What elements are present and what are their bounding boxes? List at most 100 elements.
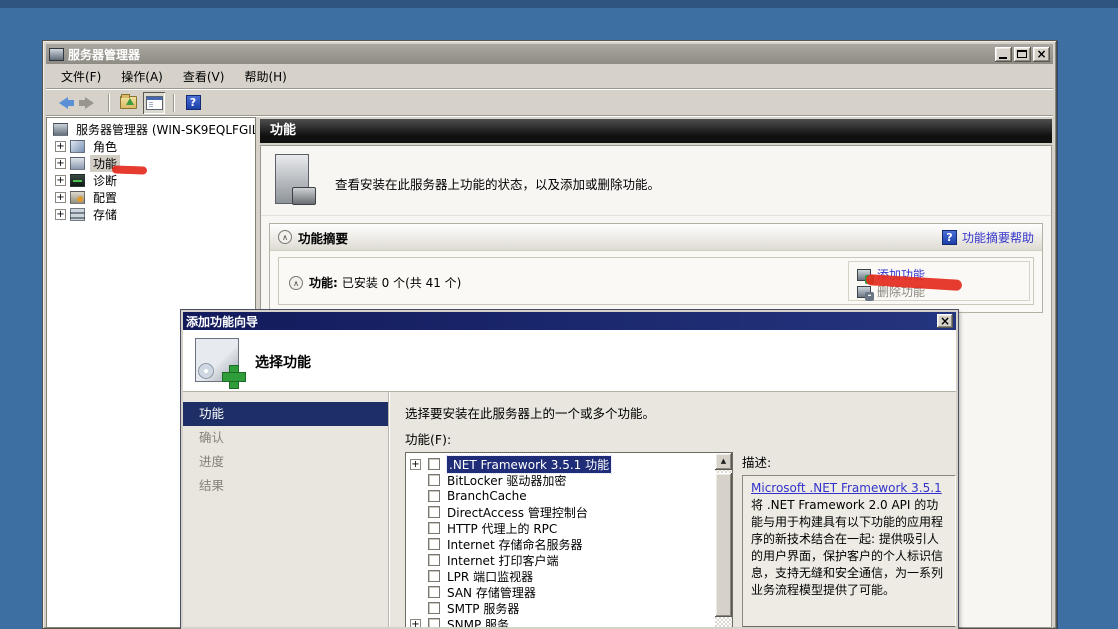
feature-checkbox[interactable]	[428, 506, 440, 518]
toolbar-separator	[173, 94, 174, 112]
feature-label: DirectAccess 管理控制台	[447, 504, 588, 521]
tree-item-diagnostics[interactable]: + 诊断	[55, 172, 255, 189]
feature-label: HTTP 代理上的 RPC	[447, 520, 557, 537]
dialog-header: 选择功能	[183, 330, 956, 392]
help-button[interactable]: ?	[182, 92, 204, 114]
server-manager-app-icon	[49, 48, 64, 61]
expand-plus-icon[interactable]: +	[410, 619, 421, 629]
wizard-step-进度: 进度	[183, 450, 388, 474]
feature-checkbox[interactable]	[428, 570, 440, 582]
titlebar[interactable]: 服务器管理器 ×	[46, 44, 1053, 64]
framework-description-text: 将 .NET Framework 2.0 API 的功能与用于构建具有以下功能的…	[751, 498, 943, 597]
feature-checkbox[interactable]	[428, 522, 440, 534]
expander-slot: +	[410, 459, 425, 470]
back-button[interactable]	[52, 92, 74, 114]
close-button[interactable]: ×	[1033, 47, 1050, 62]
expand-plus-icon[interactable]: +	[410, 459, 421, 470]
feature-row[interactable]: DirectAccess 管理控制台	[406, 504, 715, 520]
maximize-button[interactable]	[1014, 47, 1031, 62]
feature-checkbox[interactable]	[428, 602, 440, 614]
menu-item-H[interactable]: 帮助(H)	[235, 66, 295, 87]
feature-checkbox[interactable]	[428, 458, 440, 470]
scrollbar[interactable]: ▲	[715, 453, 732, 629]
feature-label: BitLocker 驱动器加密	[447, 472, 566, 489]
summary-help[interactable]: ? 功能摘要帮助	[942, 229, 1034, 246]
feature-label: SAN 存储管理器	[447, 584, 536, 601]
feature-row[interactable]: BranchCache	[406, 488, 715, 504]
collapse-chevron-icon[interactable]: ∧	[278, 230, 292, 244]
collapse-chevron-icon[interactable]: ∧	[289, 276, 303, 290]
add-features-wizard-dialog: 添加功能向导 × 选择功能 功能确认进度结果 选择要安装在此服务器上的一个或多个…	[181, 310, 958, 629]
green-plus-icon	[222, 365, 244, 387]
console-view-button[interactable]	[143, 92, 165, 114]
framework-description-link[interactable]: Microsoft .NET Framework 3.5.1	[751, 481, 947, 495]
storage-icon	[70, 208, 85, 221]
wizard-step-结果: 结果	[183, 474, 388, 498]
feature-row[interactable]: +.NET Framework 3.5.1 功能	[406, 456, 715, 472]
feature-label: Internet 打印客户端	[447, 552, 558, 569]
wizard-step-确认: 确认	[183, 426, 388, 450]
menu-bar: 文件(F)操作(A)查看(V)帮助(H)	[46, 65, 1053, 89]
feature-row[interactable]: BitLocker 驱动器加密	[406, 472, 715, 488]
features-summary-help-link[interactable]: 功能摘要帮助	[962, 229, 1034, 246]
scrollbar-thumb[interactable]	[715, 473, 732, 617]
scrollbar-up-button[interactable]: ▲	[715, 453, 732, 470]
diagnostics-icon	[70, 174, 85, 187]
tree-root-server-manager[interactable]: 服务器管理器 (WIN-SK9EQLFGIL	[51, 121, 255, 138]
minimize-icon	[999, 57, 1007, 59]
description-box: Microsoft .NET Framework 3.5.1 将 .NET Fr…	[742, 475, 956, 627]
configuration-icon	[70, 191, 85, 204]
tree-item-features[interactable]: +功能	[55, 155, 255, 172]
feature-checkbox[interactable]	[428, 538, 440, 550]
red-marker-annotation	[112, 165, 147, 174]
feature-row[interactable]: LPR 端口监视器	[406, 568, 715, 584]
tree-item-label: 诊断	[90, 172, 120, 189]
features-count-label: 功能:	[309, 274, 338, 291]
close-icon: ×	[937, 314, 953, 328]
feature-label: SMTP 服务器	[447, 600, 519, 617]
window-title: 服务器管理器	[68, 46, 140, 63]
description-column: 描述: Microsoft .NET Framework 3.5.1 将 .NE…	[742, 452, 956, 629]
dialog-titlebar[interactable]: 添加功能向导 ×	[183, 312, 956, 330]
feature-checkbox[interactable]	[428, 474, 440, 486]
expand-plus-icon[interactable]: +	[55, 158, 66, 169]
feature-checkbox[interactable]	[428, 490, 440, 502]
dialog-close-button[interactable]: ×	[937, 314, 953, 328]
summary-title: 功能摘要	[298, 228, 348, 247]
feature-row[interactable]: SAN 存储管理器	[406, 584, 715, 600]
feature-label: BranchCache	[447, 489, 527, 503]
features-toolbox-icon	[275, 154, 309, 204]
menu-item-A[interactable]: 操作(A)	[112, 66, 172, 87]
features-icon	[70, 157, 85, 170]
feature-row[interactable]: +SNMP 服务	[406, 616, 715, 629]
menu-item-F[interactable]: 文件(F)	[52, 66, 110, 87]
expand-plus-icon[interactable]: +	[55, 175, 66, 186]
feature-label: Internet 存储命名服务器	[447, 536, 582, 553]
tree-item-storage[interactable]: +存储	[55, 206, 255, 223]
expand-plus-icon[interactable]: +	[55, 192, 66, 203]
show-folder-button[interactable]	[117, 92, 139, 114]
feature-checkbox[interactable]	[428, 586, 440, 598]
cd-icon	[198, 363, 214, 379]
expand-plus-icon[interactable]: +	[55, 209, 66, 220]
wizard-step-功能: 功能	[183, 402, 388, 426]
tree-item-configuration[interactable]: +配置	[55, 189, 255, 206]
feature-row[interactable]: HTTP 代理上的 RPC	[406, 520, 715, 536]
expander-slot: +	[410, 619, 425, 629]
menu-item-V[interactable]: 查看(V)	[174, 66, 234, 87]
feature-row[interactable]: SMTP 服务器	[406, 600, 715, 616]
tree-item-roles[interactable]: +角色	[55, 138, 255, 155]
features-summary-section: ∧ 功能摘要 ? 功能摘要帮助 ∧ 功能: 已安装 0 个(共 41 个	[269, 223, 1043, 313]
feature-checkbox[interactable]	[428, 618, 440, 629]
expand-plus-icon[interactable]: +	[55, 141, 66, 152]
close-icon: ×	[1033, 47, 1050, 62]
feature-row[interactable]: Internet 存储命名服务器	[406, 536, 715, 552]
feature-row[interactable]: Internet 打印客户端	[406, 552, 715, 568]
help-icon: ?	[186, 95, 201, 110]
help-icon: ?	[942, 230, 957, 245]
minimize-button[interactable]	[995, 47, 1012, 62]
forward-button[interactable]	[78, 92, 100, 114]
wizard-steps: 功能确认进度结果	[183, 392, 389, 627]
maximize-icon	[1017, 50, 1027, 58]
feature-checkbox[interactable]	[428, 554, 440, 566]
